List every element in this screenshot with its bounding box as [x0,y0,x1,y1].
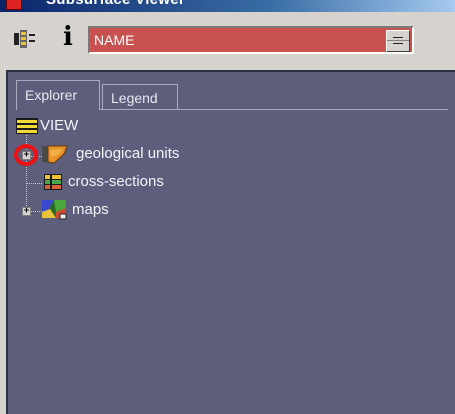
toolbar: i NAME [0,12,455,62]
spin-divider [387,40,409,41]
tree-item-label: geological units [76,145,180,162]
tree-item-label: VIEW [40,117,79,134]
tree-item-label: maps [72,201,109,218]
maps-icon [42,200,67,220]
tree-item-geological-units[interactable]: + geological units [14,144,236,166]
expand-icon[interactable]: + [22,151,31,160]
info-icon[interactable]: i [60,22,76,52]
tree-view-icon[interactable] [14,30,36,48]
tree-item-label: cross-sections [68,173,164,190]
spin-up-icon [393,37,403,38]
tree-item-cross-sections[interactable]: cross-sections [16,172,216,192]
title-bar: Subsurface Viewer [0,0,455,12]
attribute-combo-value: NAME [94,32,135,48]
expand-icon[interactable]: + [22,207,31,216]
tree-item-maps[interactable]: + maps [16,200,156,220]
view-icon [16,118,38,134]
tab-legend[interactable]: Legend [102,84,178,110]
window-title: Subsurface Viewer [46,0,185,8]
tree-root-view[interactable]: VIEW [16,116,136,136]
cross-sections-icon [44,174,62,190]
geological-units-icon [42,145,68,164]
selected-tab-gap [17,109,99,110]
explorer-panel: Explorer Legend VIEW + geological units … [6,70,455,414]
attribute-combo[interactable]: NAME [88,26,414,54]
app-icon [6,0,22,10]
tab-explorer[interactable]: Explorer [16,80,100,110]
combo-spin-button[interactable] [386,30,410,52]
spin-down-icon [393,43,403,44]
